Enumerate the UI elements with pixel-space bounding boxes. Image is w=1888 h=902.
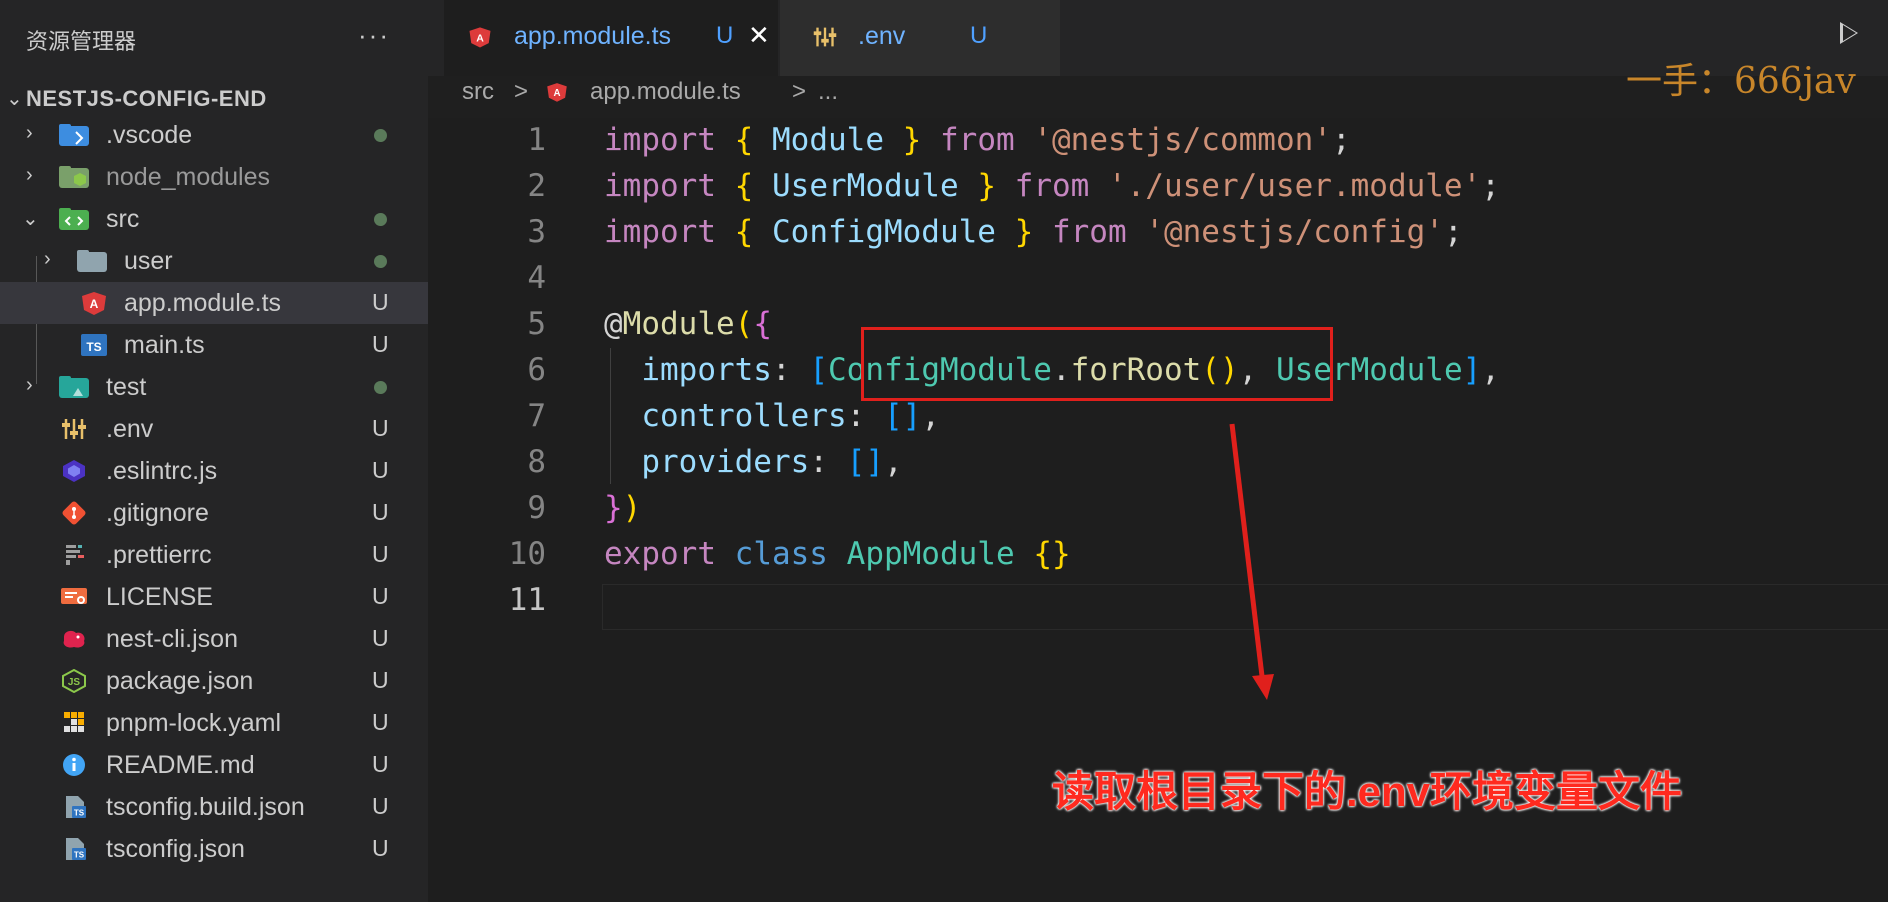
annotation-text: 读取根目录下的.env环境变量文件 — [1052, 768, 1683, 815]
